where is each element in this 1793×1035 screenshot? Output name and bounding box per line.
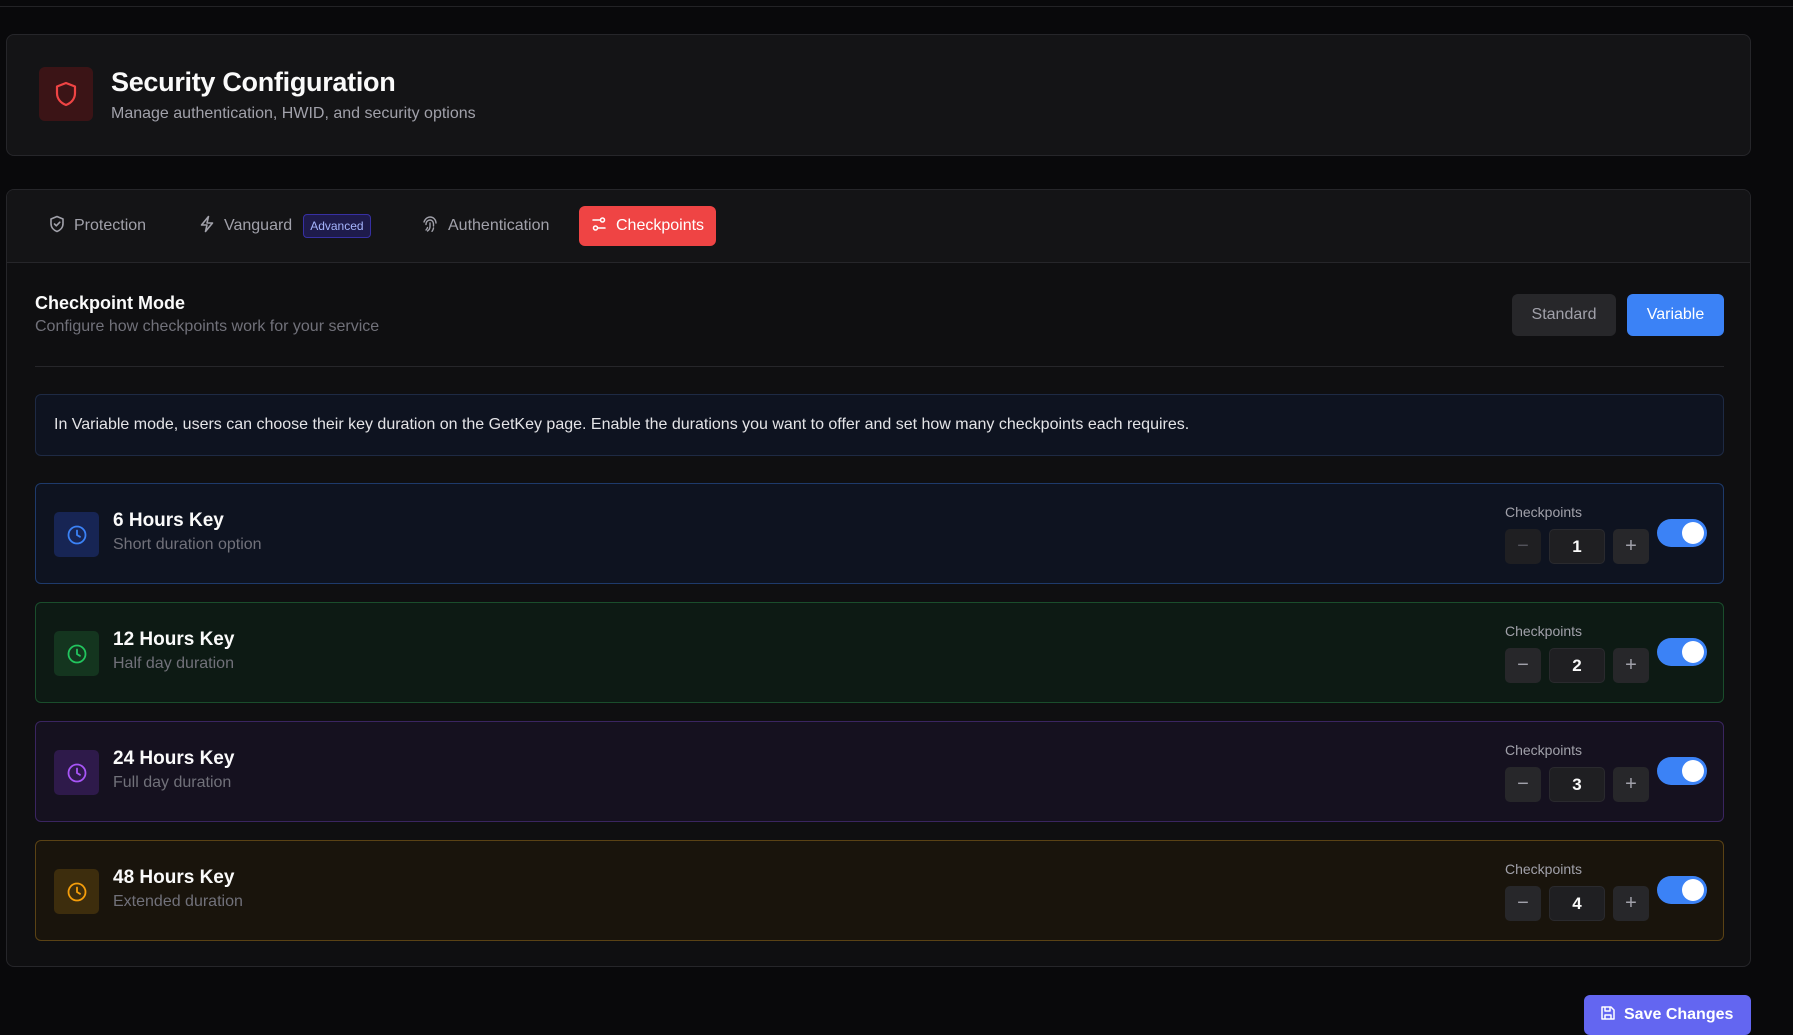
- checkpoints-label: Checkpoints: [1505, 861, 1583, 877]
- settings-panel: Protection Vanguard Advanced Authenticat…: [6, 189, 1751, 967]
- variable-mode-info: In Variable mode, users can choose their…: [35, 394, 1724, 456]
- enable-toggle[interactable]: [1657, 757, 1707, 785]
- save-icon: [1600, 1005, 1616, 1026]
- duration-name: 24 Hours Key: [113, 748, 235, 769]
- tab-vanguard-label: Vanguard: [224, 217, 293, 234]
- decrement-button[interactable]: −: [1505, 648, 1541, 683]
- clock-icon: [54, 869, 99, 914]
- checkpoint-count[interactable]: 2: [1549, 648, 1605, 683]
- duration-card-48h: 48 Hours Key Extended duration Checkpoin…: [35, 840, 1724, 941]
- lightning-icon: [199, 215, 215, 238]
- decrement-button[interactable]: −: [1505, 529, 1541, 564]
- tab-checkpoints-label: Checkpoints: [616, 217, 705, 234]
- decrement-button[interactable]: −: [1505, 767, 1541, 802]
- info-text: In Variable mode, users can choose their…: [54, 416, 1190, 433]
- checkpoints-label: Checkpoints: [1505, 623, 1583, 639]
- enable-toggle[interactable]: [1657, 638, 1707, 666]
- shield-icon: [39, 67, 93, 121]
- fingerprint-icon: [421, 215, 439, 238]
- advanced-badge: Advanced: [303, 214, 371, 238]
- checkpoint-mode-description: Configure how checkpoints work for your …: [35, 318, 380, 335]
- toggle-knob: [1682, 641, 1704, 663]
- enable-toggle[interactable]: [1657, 876, 1707, 904]
- checkpoint-count[interactable]: 3: [1549, 767, 1605, 802]
- top-divider: [0, 6, 1793, 7]
- duration-name: 12 Hours Key: [113, 629, 235, 650]
- increment-button[interactable]: +: [1613, 767, 1649, 802]
- tab-authentication[interactable]: Authentication: [409, 206, 561, 246]
- section-divider: [35, 366, 1724, 367]
- save-changes-label: Save Changes: [1624, 1006, 1734, 1023]
- clock-icon: [54, 512, 99, 557]
- toggle-knob: [1682, 879, 1704, 901]
- toggle-knob: [1682, 522, 1704, 544]
- checkpoints-label: Checkpoints: [1505, 504, 1583, 520]
- duration-card-24h: 24 Hours Key Full day duration Checkpoin…: [35, 721, 1724, 822]
- tab-protection-label: Protection: [74, 217, 147, 234]
- duration-description: Full day duration: [113, 774, 232, 791]
- decrement-button[interactable]: −: [1505, 886, 1541, 921]
- checkpoint-count[interactable]: 4: [1549, 886, 1605, 921]
- duration-description: Half day duration: [113, 655, 234, 672]
- page-title: Security Configuration: [111, 67, 396, 97]
- increment-button[interactable]: +: [1613, 886, 1649, 921]
- checkpoint-count[interactable]: 1: [1549, 529, 1605, 564]
- checkpoint-mode-title: Checkpoint Mode: [35, 293, 186, 313]
- duration-description: Extended duration: [113, 893, 243, 910]
- save-changes-button[interactable]: Save Changes: [1584, 995, 1751, 1035]
- clock-icon: [54, 750, 99, 795]
- duration-card-12h: 12 Hours Key Half day duration Checkpoin…: [35, 602, 1724, 703]
- variable-mode-button[interactable]: Variable: [1627, 294, 1724, 336]
- duration-card-6h: 6 Hours Key Short duration option Checkp…: [35, 483, 1724, 584]
- header-card: Security Configuration Manage authentica…: [6, 34, 1751, 156]
- tab-authentication-label: Authentication: [448, 217, 550, 234]
- increment-button[interactable]: +: [1613, 529, 1649, 564]
- shield-check-icon: [49, 215, 65, 238]
- duration-name: 48 Hours Key: [113, 867, 235, 888]
- clock-icon: [54, 631, 99, 676]
- checkpoints-label: Checkpoints: [1505, 742, 1583, 758]
- tab-checkpoints[interactable]: Checkpoints: [579, 206, 717, 246]
- tab-vanguard[interactable]: Vanguard Advanced: [187, 206, 383, 246]
- toggle-knob: [1682, 760, 1704, 782]
- enable-toggle[interactable]: [1657, 519, 1707, 547]
- page-subtitle: Manage authentication, HWID, and securit…: [111, 105, 476, 122]
- duration-description: Short duration option: [113, 536, 262, 553]
- duration-name: 6 Hours Key: [113, 510, 224, 531]
- tab-bar: Protection Vanguard Advanced Authenticat…: [7, 190, 1750, 263]
- increment-button[interactable]: +: [1613, 648, 1649, 683]
- tab-protection[interactable]: Protection: [37, 206, 158, 246]
- standard-mode-button[interactable]: Standard: [1512, 294, 1616, 336]
- route-icon: [591, 216, 607, 237]
